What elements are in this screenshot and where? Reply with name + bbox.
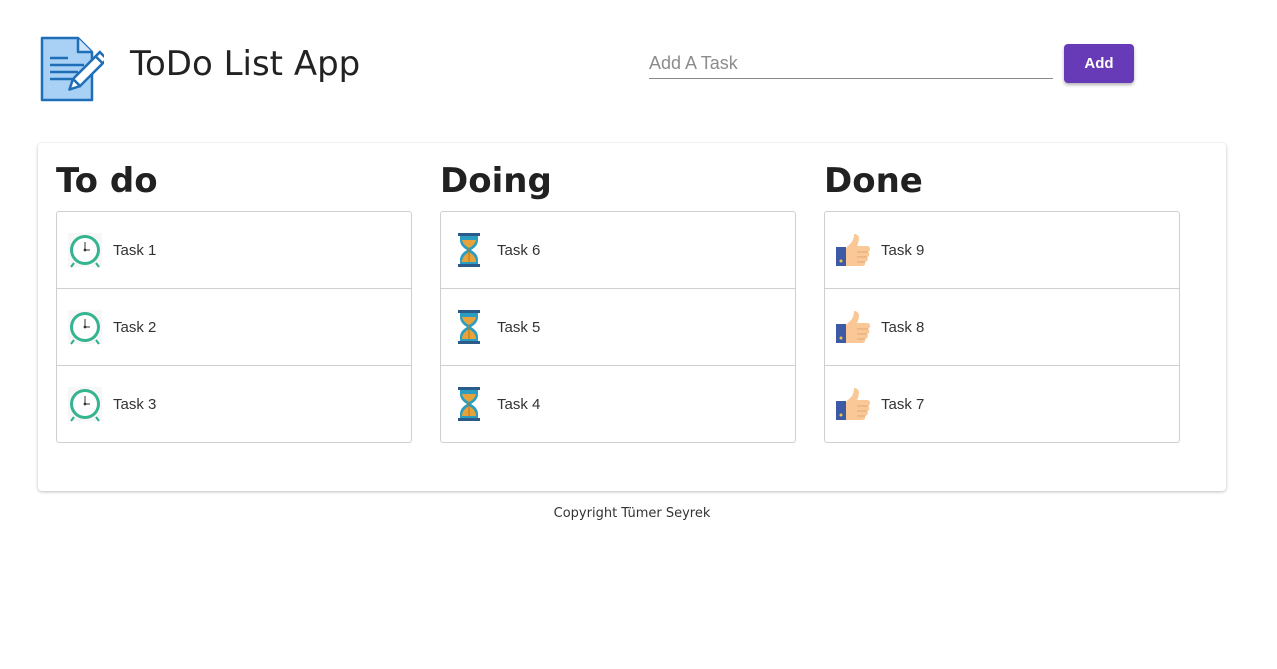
task-item[interactable]: Task 8	[825, 289, 1179, 366]
task-label: Task 3	[113, 395, 157, 413]
hourglass-icon	[451, 232, 487, 268]
hourglass-icon	[451, 309, 487, 345]
task-item[interactable]: Task 3	[57, 366, 411, 442]
thumbs-up-icon	[835, 386, 871, 422]
task-list: Task 6 Task 5 Task 4	[440, 211, 796, 443]
alarm-clock-icon	[67, 309, 103, 345]
column-title: To do	[56, 161, 158, 201]
task-label: Task 5	[497, 318, 541, 336]
task-item[interactable]: Task 7	[825, 366, 1179, 442]
task-label: Task 2	[113, 318, 157, 336]
task-label: Task 9	[881, 241, 925, 259]
add-task-button[interactable]: Add	[1064, 44, 1134, 83]
column-title: Doing	[440, 161, 552, 201]
app-title: ToDo List App	[130, 44, 361, 84]
task-item[interactable]: Task 4	[441, 366, 795, 442]
document-pencil-icon	[40, 36, 104, 102]
task-label: Task 1	[113, 241, 157, 259]
task-item[interactable]: Task 1	[57, 212, 411, 289]
task-item[interactable]: Task 2	[57, 289, 411, 366]
task-list: Task 1 Task 2 Task 3	[56, 211, 412, 443]
column-title: Done	[824, 161, 923, 201]
hourglass-icon	[451, 386, 487, 422]
task-label: Task 6	[497, 241, 541, 259]
task-label: Task 7	[881, 395, 925, 413]
thumbs-up-icon	[835, 309, 871, 345]
task-board: To do Task 1 Task 2 Task 3 Doing Task 6	[38, 143, 1226, 491]
thumbs-up-icon	[835, 232, 871, 268]
task-item[interactable]: Task 6	[441, 212, 795, 289]
alarm-clock-icon	[67, 232, 103, 268]
task-item[interactable]: Task 5	[441, 289, 795, 366]
task-item[interactable]: Task 9	[825, 212, 1179, 289]
footer-copyright: Copyright Tümer Seyrek	[553, 506, 711, 521]
add-task-input[interactable]	[649, 48, 1053, 79]
alarm-clock-icon	[67, 386, 103, 422]
app-header: ToDo List App Add	[0, 0, 1277, 125]
task-list: Task 9 Task 8 Task 7	[824, 211, 1180, 443]
task-label: Task 8	[881, 318, 925, 336]
task-label: Task 4	[497, 395, 541, 413]
